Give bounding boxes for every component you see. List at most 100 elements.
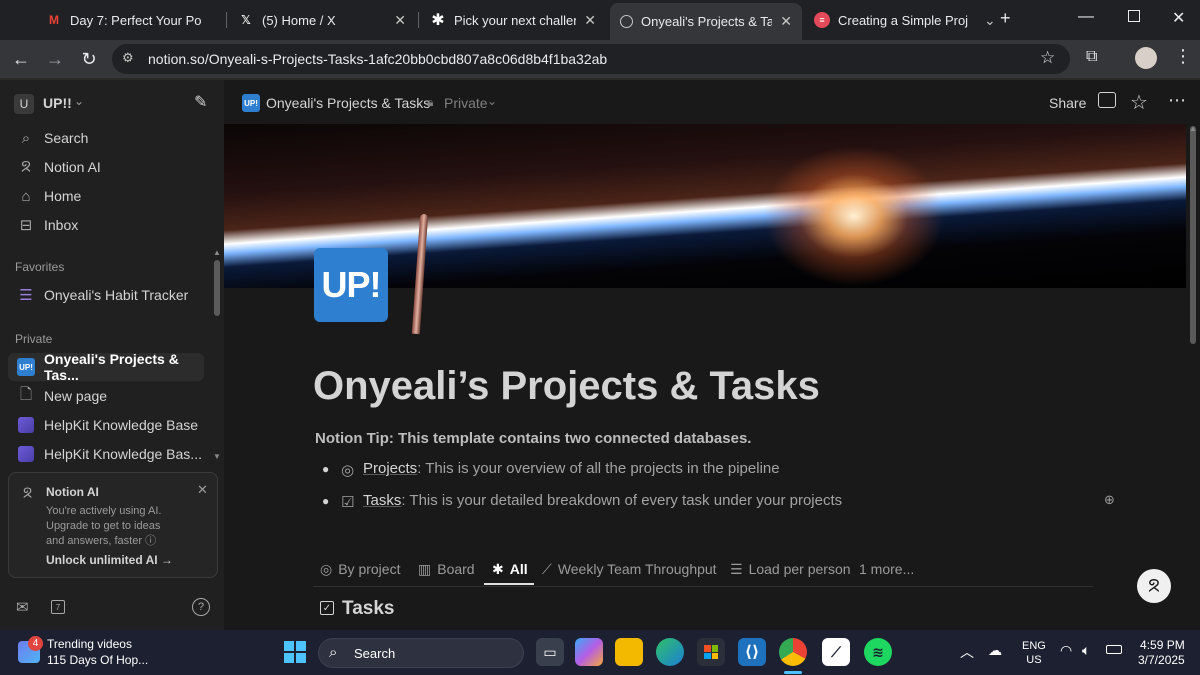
unlock-ai-link[interactable]: Unlock unlimited AI → xyxy=(46,553,173,567)
home-icon: ⌂ xyxy=(21,187,31,205)
window-close-icon[interactable]: ✕ xyxy=(1172,8,1185,28)
browser-tab-project[interactable]: ≡ Creating a Simple Project xyxy=(804,5,978,35)
view-tab-all[interactable]: ✱ All xyxy=(492,558,528,580)
news-title[interactable]: Trending videos xyxy=(47,637,132,651)
close-icon[interactable]: ✕ xyxy=(780,13,792,30)
file-explorer-icon[interactable] xyxy=(615,638,643,666)
scroll-up-icon[interactable]: ▲ xyxy=(1189,124,1197,133)
wifi-icon[interactable]: ◠ xyxy=(1060,642,1072,659)
view-tab-by-project[interactable]: ◎ By project xyxy=(320,558,400,580)
view-tab-load-per-person[interactable]: ☰ Load per person xyxy=(730,558,851,580)
new-page-edit-icon[interactable]: ✎ xyxy=(194,92,207,112)
mail-icon[interactable]: ✉ xyxy=(16,598,29,616)
browser-tab-x[interactable]: 𝕏 (5) Home / X ✕ xyxy=(228,5,416,35)
stocks-app-icon[interactable]: ⟋ xyxy=(822,638,850,666)
sidebar-item-habit-tracker[interactable]: ☰ Onyeali's Habit Tracker xyxy=(8,281,204,309)
restore-icon[interactable] xyxy=(1128,10,1140,22)
sidebar-item-new-page[interactable]: 🗋 New page xyxy=(8,382,204,410)
forward-arrow-icon[interactable]: → xyxy=(44,48,66,70)
minimize-icon[interactable]: — xyxy=(1078,8,1094,26)
sidebar-item-home[interactable]: ⌂ Home xyxy=(8,182,204,210)
close-icon[interactable]: ✕ xyxy=(584,12,596,29)
back-arrow-icon[interactable]: ← xyxy=(10,48,32,70)
volume-icon[interactable]: 🔈︎ xyxy=(1082,642,1090,659)
bookmark-star-icon[interactable]: ☆ xyxy=(1040,48,1055,68)
news-subtitle[interactable]: 115 Days Of Hop... xyxy=(47,653,148,667)
page-scrollbar[interactable] xyxy=(1190,126,1196,344)
active-view-underline xyxy=(484,583,534,585)
sidebar-item-label: Onyeali's Habit Tracker xyxy=(44,287,189,303)
language-indicator[interactable]: ENG US xyxy=(1022,639,1046,667)
close-icon[interactable]: ✕ xyxy=(394,12,406,29)
sidebar-item-notion-ai[interactable]: ᘝ Notion AI xyxy=(8,153,204,181)
calendar-icon[interactable]: 7 xyxy=(51,600,65,614)
view-tab-weekly-throughput[interactable]: ⟋ Weekly Team Throughput xyxy=(542,558,717,580)
view-tab-more[interactable]: 1 more... xyxy=(859,558,914,580)
system-clock[interactable]: 4:59 PM 3/7/2025 xyxy=(1138,638,1185,668)
icon-wrapper xyxy=(16,415,36,435)
browser-tab-gmail[interactable]: M Day 7: Perfect Your Po xyxy=(36,5,222,35)
bullet-projects: Projects: This is your overview of all t… xyxy=(363,460,780,477)
chrome-icon[interactable] xyxy=(779,638,807,666)
privacy-label[interactable]: Private xyxy=(444,95,488,111)
favorite-star-icon[interactable]: ☆ xyxy=(1130,90,1148,115)
browser-tab-challenge[interactable]: ✱ Pick your next challenge ✕ xyxy=(420,5,606,35)
help-icon[interactable]: ? xyxy=(192,598,210,616)
task-view-icon[interactable]: ▭ xyxy=(536,638,564,666)
microsoft-store-icon[interactable] xyxy=(697,638,725,666)
workspace-name[interactable]: UP!! xyxy=(43,95,72,111)
sidebar-item-inbox[interactable]: ⊟ Inbox xyxy=(8,211,204,239)
sidebar-item-helpkit-2[interactable]: HelpKit Knowledge Bas... xyxy=(8,440,204,468)
breadcrumb-title[interactable]: Onyeali's Projects & Tasks xyxy=(266,95,430,111)
region-code: US xyxy=(1026,654,1042,666)
view-tab-board[interactable]: ▥ Board xyxy=(418,558,475,580)
database-title[interactable]: Tasks xyxy=(342,598,394,620)
ai-card-line-text: and answers, faster xyxy=(46,535,142,547)
chart-icon: ⟋ xyxy=(542,560,552,577)
start-tile xyxy=(284,653,294,663)
notion-ai-assistant-button[interactable]: ᘝ xyxy=(1137,569,1171,603)
page-icon[interactable]: UP! xyxy=(314,248,388,322)
share-button[interactable]: Share xyxy=(1049,95,1086,111)
reload-icon[interactable]: ↻ xyxy=(78,48,100,70)
browser-tab-notion-active[interactable]: Onyeali's Projects & Task ✕ xyxy=(610,3,802,40)
tab-title: Onyeali's Projects & Task xyxy=(641,14,773,29)
chevron-down-icon[interactable]: ⌄ xyxy=(487,94,497,108)
profile-avatar[interactable] xyxy=(1135,47,1157,69)
browser-menu-icon[interactable]: ⋮ xyxy=(1174,46,1192,67)
new-tab-button[interactable]: + xyxy=(1000,8,1011,29)
scroll-down-icon[interactable]: ▼ xyxy=(213,452,221,461)
onedrive-icon[interactable]: ☁ xyxy=(988,642,1002,659)
copilot-icon[interactable] xyxy=(575,638,603,666)
sidebar-item-projects-tasks[interactable]: UP! Onyeali's Projects & Tas... xyxy=(8,351,204,383)
chevron-down-icon[interactable]: ⌄ xyxy=(74,94,84,108)
sidebar-item-search[interactable]: ⌕ Search xyxy=(8,124,204,152)
battery-icon[interactable] xyxy=(1106,645,1122,654)
clock-time: 4:59 PM xyxy=(1140,638,1185,652)
projects-link[interactable]: Projects xyxy=(363,460,417,477)
more-options-icon[interactable]: ⋯ xyxy=(1168,90,1186,111)
asterisk-icon: ✱ xyxy=(492,560,504,577)
private-section-label: Private xyxy=(15,332,53,346)
tasks-link[interactable]: Tasks xyxy=(363,492,401,509)
sidebar-item-helpkit-1[interactable]: HelpKit Knowledge Base xyxy=(8,411,204,439)
url-text[interactable]: notion.so/Onyeali-s-Projects-Tasks-1afc2… xyxy=(148,51,607,67)
edge-browser-icon[interactable] xyxy=(656,638,684,666)
spotify-icon[interactable]: ≋ xyxy=(864,638,892,666)
windows-start-icon[interactable] xyxy=(284,641,306,663)
sidebar-scrollbar[interactable] xyxy=(214,260,220,316)
vscode-icon[interactable]: ⟨⟩ xyxy=(738,638,766,666)
gmail-icon: M xyxy=(49,13,59,27)
page-title[interactable]: Onyeali’s Projects & Tasks xyxy=(313,364,820,409)
comments-icon[interactable] xyxy=(1098,92,1116,108)
site-info-icon[interactable]: ⚙ xyxy=(122,50,134,66)
close-icon[interactable]: ✕ xyxy=(197,482,208,498)
extensions-icon[interactable]: ⧉ xyxy=(1086,48,1097,66)
tab-dropdown-icon[interactable]: ⌄ xyxy=(984,12,996,29)
workspace-avatar[interactable]: U xyxy=(14,94,34,114)
taskbar-search-box[interactable]: ⌕ Search xyxy=(318,638,524,668)
scroll-up-icon[interactable]: ▲ xyxy=(213,248,221,257)
add-comment-icon[interactable]: ⊕ xyxy=(1104,492,1115,508)
show-hidden-icons-chevron[interactable]: ︿ xyxy=(960,642,974,662)
omnibox[interactable]: ⚙ notion.so/Onyeali-s-Projects-Tasks-1af… xyxy=(112,44,1070,74)
